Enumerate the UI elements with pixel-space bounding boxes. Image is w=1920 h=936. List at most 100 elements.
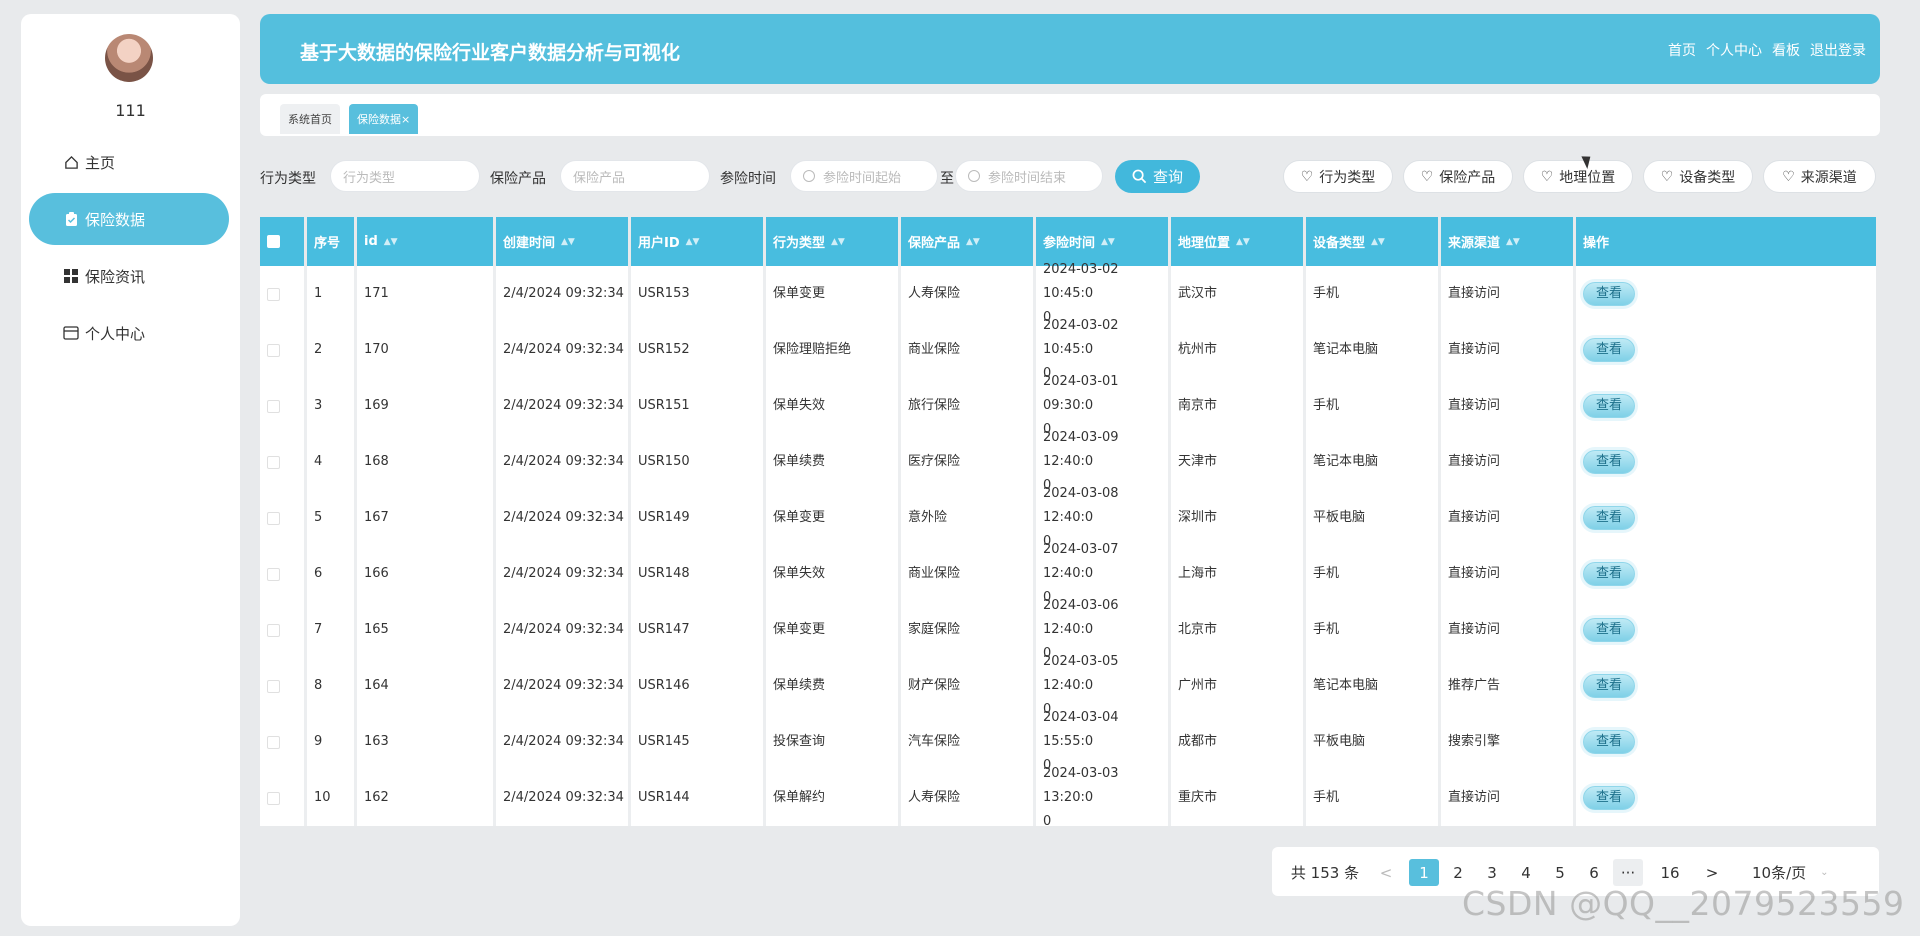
avatar[interactable] (105, 34, 153, 82)
prev-page-button[interactable]: < (1376, 859, 1396, 886)
col-behavior[interactable]: 行为类型 ▲▼ (766, 217, 901, 266)
sort-icon[interactable]: ▲▼ (561, 237, 575, 247)
cell-uid: USR144 (638, 790, 690, 805)
col-device[interactable]: 设备类型 ▲▼ (1306, 217, 1441, 266)
next-page-button[interactable]: > (1702, 859, 1722, 886)
row-checkbox[interactable] (267, 623, 280, 637)
behavior-input[interactable]: 行为类型 (330, 160, 480, 192)
sort-icon[interactable]: ▲▼ (831, 237, 845, 247)
more-pages-button[interactable]: ··· (1613, 859, 1643, 886)
query-button[interactable]: 查询 (1115, 160, 1200, 193)
cell-behavior: 保单解约 (773, 790, 826, 805)
sort-icon[interactable]: ▲▼ (1236, 237, 1250, 247)
chart-product-button[interactable]: ♡ 保险产品 (1403, 160, 1513, 193)
row-checkbox[interactable] (267, 399, 280, 413)
sort-icon[interactable]: ▲▼ (1506, 237, 1520, 247)
sidebar-item-home[interactable]: 主页 (29, 136, 229, 188)
row-checkbox[interactable] (267, 791, 280, 805)
page-5[interactable]: 5 (1545, 859, 1575, 886)
cell-time: 2024-03-03 13:20:0 0 (1036, 766, 1168, 829)
cell-behavior: 保单变更 (773, 622, 826, 637)
col-label: 地理位置 (1178, 236, 1231, 251)
cell-actions: 查看 (1576, 546, 1876, 602)
row-checkbox[interactable] (267, 679, 280, 693)
sidebar-item-profile[interactable]: 个人中心 (29, 307, 229, 359)
col-created[interactable]: 创建时间 ▲▼ (496, 217, 631, 266)
col-label: 参险时间 (1043, 236, 1096, 251)
col-id[interactable]: id ▲▼ (357, 217, 496, 266)
view-button[interactable]: 查看 (1583, 562, 1635, 586)
chart-channel-button[interactable]: ♡ 来源渠道 (1763, 160, 1876, 193)
nav-home-link[interactable]: 首页 (1668, 40, 1696, 60)
row-checkbox[interactable] (267, 455, 280, 469)
view-button[interactable]: 查看 (1583, 394, 1635, 418)
time-line-1: 2024-03-07 12:40:0 (1043, 542, 1119, 581)
cell-device: 手机 (1313, 398, 1340, 413)
row-checkbox[interactable] (267, 735, 280, 749)
page-1[interactable]: 1 (1409, 859, 1439, 886)
row-checkbox[interactable] (267, 287, 280, 301)
sort-icon[interactable]: ▲▼ (1371, 237, 1385, 247)
cell-actions: 查看 (1576, 266, 1876, 322)
cell-channel: 直接访问 (1448, 790, 1501, 805)
sort-icon[interactable]: ▲▼ (686, 237, 700, 247)
page-2[interactable]: 2 (1443, 859, 1473, 886)
time-start-input[interactable]: 参险时间起始 (790, 160, 938, 192)
row-checkbox[interactable] (267, 511, 280, 525)
tab-insurance-data[interactable]: 保险数据 × (349, 104, 419, 134)
chart-location-button[interactable]: ♡ 地理位置 (1523, 160, 1633, 193)
chart-behavior-button[interactable]: ♡ 行为类型 (1283, 160, 1393, 193)
select-all-checkbox[interactable] (267, 235, 280, 248)
view-button[interactable]: 查看 (1583, 786, 1635, 810)
sort-icon[interactable]: ▲▼ (966, 237, 980, 247)
view-button[interactable]: 查看 (1583, 674, 1635, 698)
sort-icon[interactable]: ▲▼ (384, 237, 398, 247)
view-button[interactable]: 查看 (1583, 730, 1635, 754)
chip-label: 来源渠道 (1800, 169, 1857, 186)
view-button[interactable]: 查看 (1583, 618, 1635, 642)
nav-profile-link[interactable]: 个人中心 (1706, 40, 1762, 60)
col-channel[interactable]: 来源渠道 ▲▼ (1441, 217, 1576, 266)
view-button[interactable]: 查看 (1583, 506, 1635, 530)
col-product[interactable]: 保险产品 ▲▼ (901, 217, 1036, 266)
nav-logout-link[interactable]: 退出登录 (1810, 40, 1866, 60)
page-16[interactable]: 16 (1655, 859, 1685, 886)
page-3[interactable]: 3 (1477, 859, 1507, 886)
cell-device: 平板电脑 (1313, 734, 1366, 749)
product-label: 保险产品 (490, 171, 546, 187)
cell-actions: 查看 (1576, 658, 1876, 714)
sidebar-item-insurance-news[interactable]: 保险资讯 (29, 250, 229, 302)
cell-behavior: 保单续费 (773, 678, 826, 693)
close-icon[interactable]: × (401, 113, 410, 126)
cell-created: 2/4/2024 09:32:34 (503, 510, 624, 525)
sidebar-item-insurance-data[interactable]: 保险数据 (29, 193, 229, 245)
select-cell (260, 602, 304, 658)
sort-icon[interactable]: ▲▼ (1101, 237, 1115, 247)
row-checkbox[interactable] (267, 567, 280, 581)
cell-product: 旅行保险 (908, 398, 961, 413)
view-button[interactable]: 查看 (1583, 338, 1635, 362)
cell-created: 2/4/2024 09:32:34 (503, 734, 624, 749)
time-end-input[interactable]: 参险时间结束 (955, 160, 1103, 192)
cell-uid: USR145 (638, 734, 690, 749)
page-6[interactable]: 6 (1579, 859, 1609, 886)
page-size-label: 10条/页 (1752, 864, 1807, 882)
cell-no: 7 (314, 622, 323, 637)
page-4[interactable]: 4 (1511, 859, 1541, 886)
view-button[interactable]: 查看 (1583, 450, 1635, 474)
select-cell (260, 266, 304, 322)
product-input[interactable]: 保险产品 (560, 160, 710, 192)
select-cell (260, 714, 304, 770)
col-location[interactable]: 地理位置 ▲▼ (1171, 217, 1306, 266)
time-end-placeholder: 参险时间结束 (988, 170, 1067, 186)
row-checkbox[interactable] (267, 343, 280, 357)
page-size-select[interactable]: 10条/页 ⌄ (1752, 859, 1862, 886)
tab-system-home[interactable]: 系统首页 (280, 104, 340, 134)
col-uid[interactable]: 用户ID ▲▼ (631, 217, 766, 266)
view-button[interactable]: 查看 (1583, 282, 1635, 306)
sidebar-item-label: 保险数据 (85, 210, 146, 229)
chart-device-button[interactable]: ♡ 设备类型 (1643, 160, 1753, 193)
nav-dashboard-link[interactable]: 看板 (1772, 40, 1800, 60)
cell-device: 手机 (1313, 790, 1340, 805)
sidebar-item-label: 保险资讯 (85, 267, 146, 286)
